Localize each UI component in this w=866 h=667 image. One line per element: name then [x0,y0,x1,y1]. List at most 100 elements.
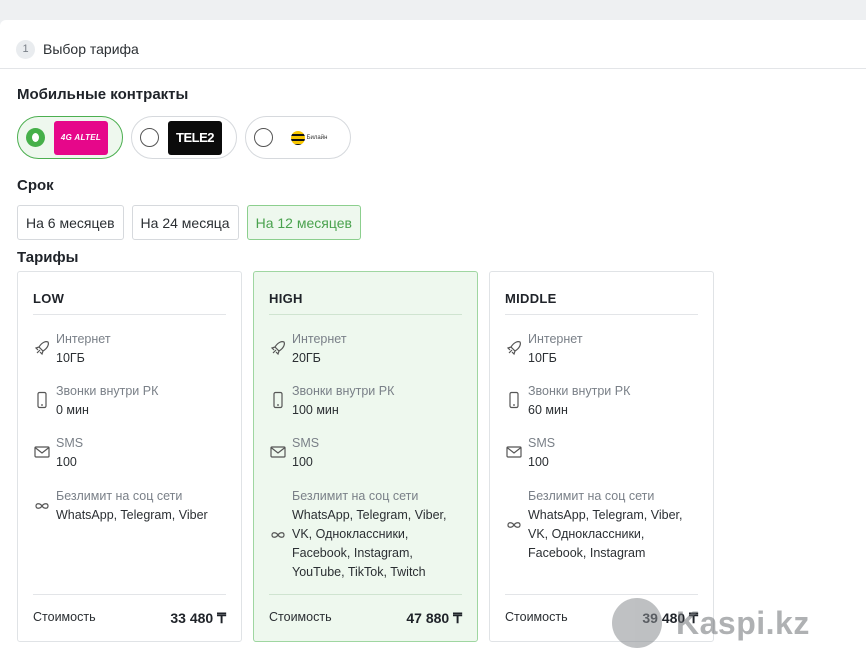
step-header: 1 Выбор тарифа [16,39,139,59]
sms-value: 100 [292,455,313,469]
tariff-selection-panel: 1 Выбор тарифа Мобильные контракты 4G AL… [0,20,866,667]
social-apps-line: VK, Одноклассники, [292,527,409,541]
sms-label: SMS [528,436,556,450]
social-apps-list: WhatsApp, Telegram, Viber, VK, Одноклассн… [528,506,682,563]
internet-feature: Интернет 10ГБ [528,330,583,368]
infinity-icon [35,503,49,509]
envelope-icon [34,446,50,458]
internet-label: Интернет [292,332,347,346]
calls-value: 60 мин [528,403,568,417]
internet-label: Интернет [56,332,111,346]
altel-logo: 4G ALTEL [54,120,108,155]
plan-price: 33 480 ₸ [170,610,226,626]
plan-price: 47 880 ₸ [406,610,462,626]
watermark-text: Kaspi.kz [676,604,810,641]
beeline-logo-text: Билайн [306,134,328,141]
social-apps-line: WhatsApp, Telegram, Viber, [528,508,683,522]
envelope-icon [506,446,522,458]
social-apps-list: WhatsApp, Telegram, Viber, VK, Одноклассн… [292,506,446,582]
sms-feature: SMS 100 [528,434,555,472]
sms-label: SMS [56,436,84,450]
social-apps-line: WhatsApp, Telegram, Viber, [292,508,447,522]
header-divider [0,68,866,69]
social-apps-line: Facebook, Instagram, [292,546,413,560]
calls-feature: Звонки внутри РК 0 мин [56,382,158,420]
internet-value: 20ГБ [292,351,321,365]
beeline-bee-icon [290,130,305,145]
term-option-24[interactable]: На 24 месяца [131,205,239,240]
operators-title: Мобильные контракты [17,86,189,103]
step-label: Выбор тарифа [43,41,139,57]
social-feature: Безлимит на соц сети WhatsApp, Telegram,… [528,487,682,563]
operator-option-tele2[interactable]: TELE2 [131,116,237,159]
plan-card-low[interactable]: LOW Интернет 10ГБ Звонки внутри РК 0 мин… [17,271,242,642]
plan-card-high[interactable]: HIGH Интернет 20ГБ Звонки внутри РК 100 … [253,271,478,642]
operator-option-altel[interactable]: 4G ALTEL [17,116,123,159]
tele2-logo: TELE2 [168,120,222,155]
sms-value: 100 [528,455,549,469]
calls-label: Звонки внутри РК [292,384,395,398]
social-feature: Безлимит на соц сети WhatsApp, Telegram,… [56,487,208,525]
operator-list: 4G ALTEL TELE2 Билайн [17,116,351,159]
plans-title: Тарифы [17,249,79,266]
cost-label: Стоимость [505,610,568,624]
sms-feature: SMS 100 [56,434,83,472]
operator-option-beeline[interactable]: Билайн [245,116,351,159]
term-title: Срок [17,177,54,194]
plan-footer-divider [33,594,226,595]
envelope-icon [270,446,286,458]
term-options: На 6 месяцев На 24 месяца На 12 месяцев [17,205,361,240]
kaspi-logo-icon [612,598,662,648]
social-label: Безлимит на соц сети [528,489,655,503]
plan-divider [505,314,698,315]
phone-icon [273,391,283,409]
cost-label: Стоимость [33,610,96,624]
social-label: Безлимит на соц сети [292,489,419,503]
beeline-logo: Билайн [282,120,336,155]
social-apps-line: VK, Одноклассники, [528,527,645,541]
plan-name: HIGH [269,291,303,306]
rocket-icon [506,341,521,356]
internet-label: Интернет [528,332,583,346]
calls-label: Звонки внутри РК [56,384,159,398]
term-option-6[interactable]: На 6 месяцев [17,205,124,240]
calls-value: 100 мин [292,403,339,417]
plan-divider [33,314,226,315]
radio-selected-icon[interactable] [26,128,45,147]
sms-feature: SMS 100 [292,434,319,472]
calls-label: Звонки внутри РК [528,384,631,398]
plan-divider [269,314,462,315]
cost-label: Стоимость [269,610,332,624]
plan-footer-divider [505,594,698,595]
phone-icon [37,391,47,409]
internet-feature: Интернет 10ГБ [56,330,111,368]
infinity-icon [271,531,285,538]
radio-empty-icon[interactable] [254,128,273,147]
internet-value: 10ГБ [56,351,85,365]
rocket-icon [34,341,49,356]
plan-card-middle[interactable]: MIDDLE Интернет 10ГБ Звонки внутри РК 60… [489,271,714,642]
phone-icon [509,391,519,409]
social-label: Безлимит на соц сети [56,489,183,503]
internet-value: 10ГБ [528,351,557,365]
sms-value: 100 [56,455,77,469]
social-apps-line: Facebook, Instagram [528,546,646,560]
step-number-badge: 1 [16,39,35,59]
kaspi-watermark: Kaspi.kz [612,598,810,648]
sms-label: SMS [292,436,320,450]
plan-name: LOW [33,291,65,306]
plan-cards: LOW Интернет 10ГБ Звонки внутри РК 0 мин… [17,271,714,642]
plan-footer-divider [269,594,462,595]
radio-empty-icon[interactable] [140,128,159,147]
social-feature: Безлимит на соц сети WhatsApp, Telegram,… [292,487,446,582]
internet-feature: Интернет 20ГБ [292,330,347,368]
calls-feature: Звонки внутри РК 60 мин [528,382,630,420]
social-apps-list: WhatsApp, Telegram, Viber [56,506,208,525]
plan-name: MIDDLE [505,291,557,306]
social-apps-line: YouTube, TikTok, Twitch [292,565,426,579]
rocket-icon [270,341,285,356]
calls-feature: Звонки внутри РК 100 мин [292,382,394,420]
term-option-12[interactable]: На 12 месяцев [246,205,361,240]
social-apps-line: WhatsApp, Telegram, Viber [56,508,208,522]
infinity-icon [507,522,521,528]
